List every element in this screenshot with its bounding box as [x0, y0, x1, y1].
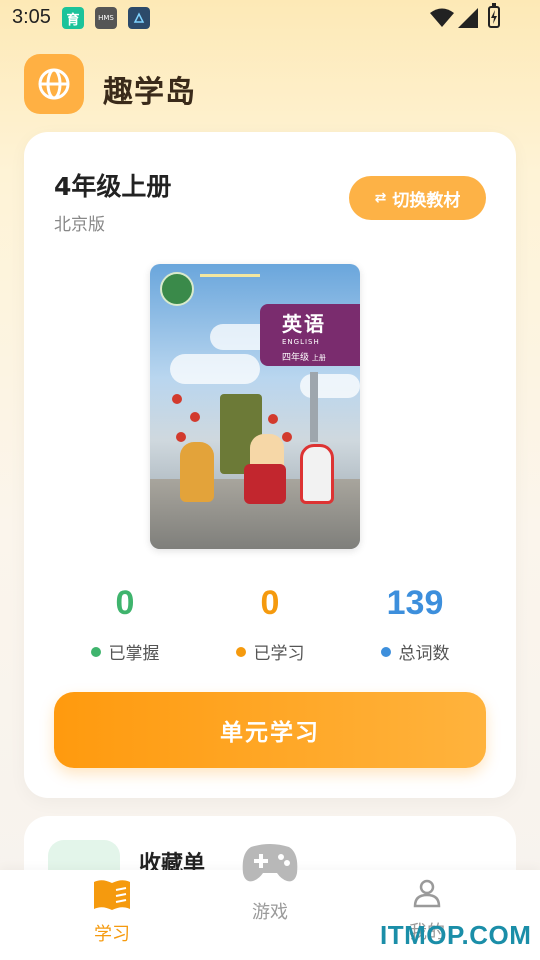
stat-total-value: 139 [386, 584, 444, 622]
user-icon [413, 879, 441, 908]
swap-icon: ⇄ [374, 190, 387, 206]
signal-icon [458, 8, 478, 28]
tab-games-label: 游戏 [252, 902, 288, 923]
globe-icon [38, 68, 70, 100]
app-logo [24, 54, 84, 114]
wifi-icon [430, 8, 454, 27]
unit-study-button[interactable]: 单元学习 [54, 692, 486, 768]
grade-title: 4年级上册 [54, 172, 172, 201]
battery-icon [488, 3, 500, 28]
stat-total-label: 总词数 [398, 644, 450, 664]
mastered-dot-icon [90, 646, 101, 657]
stat-learned-value: 0 [260, 584, 280, 622]
stat-total: 139 总词数 [345, 584, 485, 664]
cover-subtitle: ENGLISH [282, 338, 320, 346]
stat-mastered: 0 已掌握 [55, 584, 195, 664]
cover-title: 英语 [282, 312, 326, 336]
switch-textbook-label: 切换教材 [392, 190, 461, 211]
cover-grade: 四年级 上册 [282, 353, 326, 363]
total-dot-icon [380, 646, 391, 657]
stat-learned-label: 已学习 [253, 644, 305, 664]
switch-textbook-button[interactable]: ⇄ 切换教材 [349, 176, 486, 220]
app-title: 趣学岛 [103, 75, 196, 110]
learned-dot-icon [235, 646, 246, 657]
gamepad-icon[interactable] [241, 843, 299, 885]
stat-learned: 0 已学习 [200, 584, 340, 664]
watermark: ITMOP.COM [380, 920, 532, 950]
hms-icon: HMS [95, 7, 117, 29]
edition-label: 北京版 [54, 215, 105, 235]
stat-mastered-value: 0 [115, 584, 135, 622]
education-app-icon: 育 [62, 7, 84, 29]
app-icon-3 [128, 7, 150, 29]
status-bar: 3:05 育 HMS [0, 0, 540, 36]
status-time: 3:05 [12, 6, 51, 28]
book-icon [94, 880, 130, 910]
textbook-card: 4年级上册 北京版 ⇄ 切换教材 英语 ENGLISH 四年级 上册 0 已掌握… [24, 132, 516, 798]
publisher-emblem-icon [160, 272, 194, 306]
tab-study-label: 学习 [94, 924, 130, 945]
tab-study[interactable]: 学习 [52, 870, 172, 960]
book-cover-image[interactable]: 英语 ENGLISH 四年级 上册 [150, 264, 360, 549]
stat-mastered-label: 已掌握 [108, 644, 160, 664]
